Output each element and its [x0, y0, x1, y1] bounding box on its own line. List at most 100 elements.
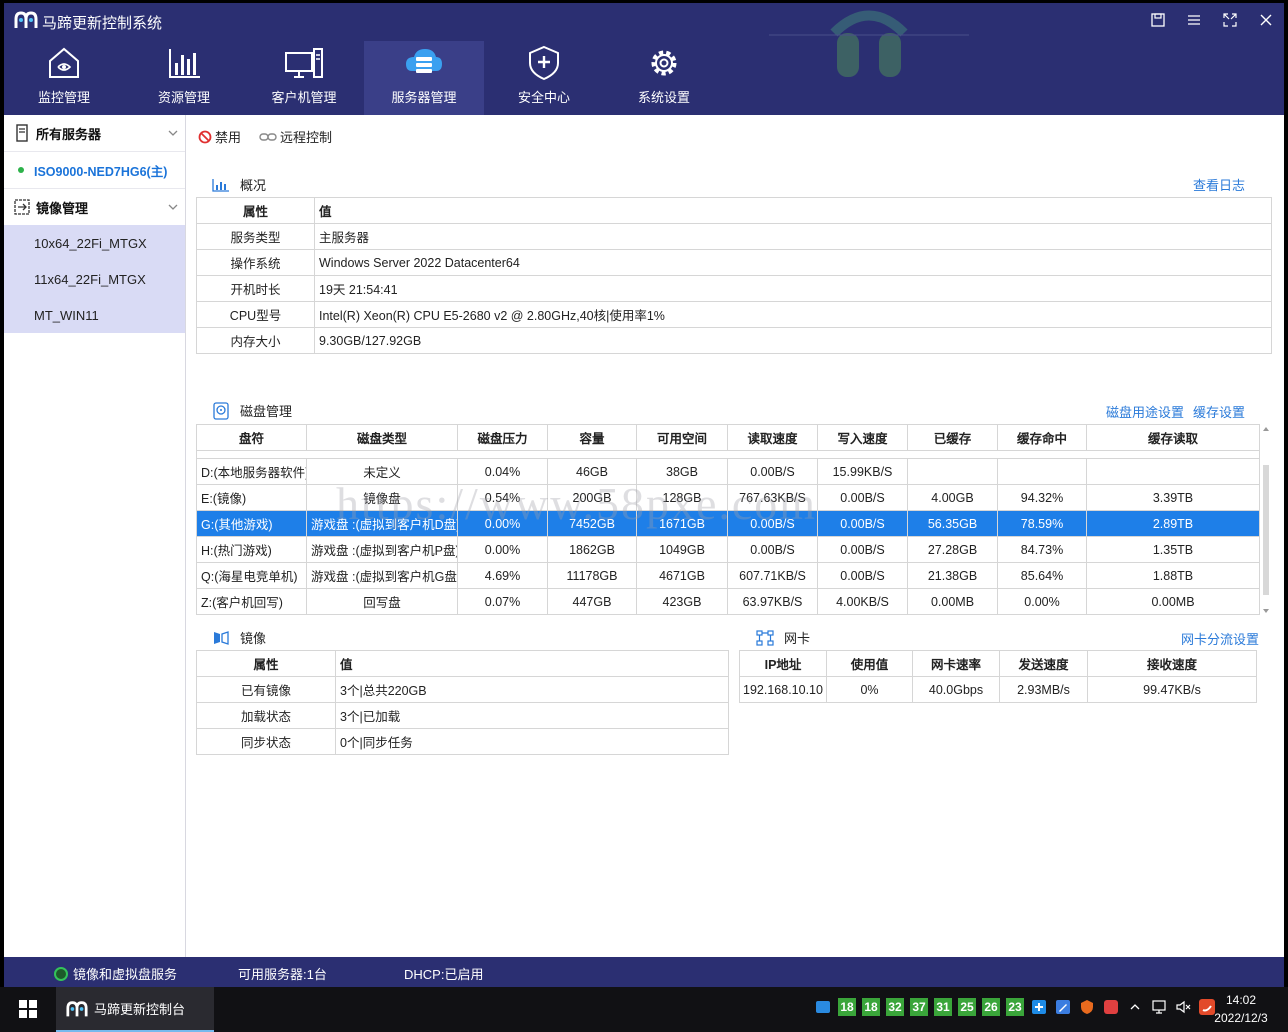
taskbar-app-label: 马蹄更新控制台 [94, 1002, 186, 1017]
column-header[interactable]: 读取速度 [727, 424, 818, 451]
tray-security-icon[interactable] [1078, 998, 1096, 1016]
overview-table: 属性 值 服务类型 主服务器 操作系统 Windows Server 2022 Da… [196, 197, 1272, 354]
network-status-icon[interactable] [1150, 998, 1168, 1016]
sidebar-item-server[interactable]: ISO9000-NED7HG6(主) [4, 151, 185, 189]
tray-app-icon[interactable] [1030, 998, 1048, 1016]
table-row-selected[interactable]: G:(其他游戏) 游戏盘 :(虚拟到客户机D盘) 0.00% 7452GB 16… [196, 510, 1260, 537]
table-row[interactable]: 192.168.10.10 0% 40.0Gbps 2.93MB/s 99.47… [739, 676, 1257, 703]
nav-resource[interactable]: 资源管理 [124, 41, 244, 115]
sidebar-all-servers[interactable]: 所有服务器 [4, 115, 185, 151]
save-button[interactable] [1140, 3, 1176, 37]
gear-icon [651, 50, 677, 76]
disk-type-cell: 游戏盘 :(虚拟到客户机G盘) [306, 562, 458, 589]
write-speed-cell: 0.00B/S [817, 536, 908, 563]
table-row[interactable]: D:(本地服务器软件) 未定义 0.04% 46GB 38GB 0.00B/S … [196, 458, 1260, 485]
property-cell: 内存大小 [196, 327, 315, 354]
cache-hit-cell [997, 458, 1087, 485]
table-row[interactable]: H:(热门游戏) 游戏盘 :(虚拟到客户机P盘) 0.00% 1862GB 10… [196, 536, 1260, 563]
chevron-down-icon[interactable] [167, 127, 179, 139]
sidebar-item-image[interactable]: 10x64_22Fi_MTGX [4, 225, 185, 261]
sidebar-image-mgmt[interactable]: 镜像管理 [4, 189, 185, 225]
nav-security[interactable]: 安全中心 [484, 41, 604, 115]
cache-settings-link[interactable]: 缓存设置 [1193, 402, 1245, 421]
free-space-cell: 1671GB [636, 510, 728, 537]
column-header[interactable]: 盘符 [196, 424, 307, 451]
table-row[interactable]: E:(镜像) 镜像盘 0.54% 200GB 128GB 767.63KB/S … [196, 484, 1260, 511]
tray-chevron-up-icon[interactable] [1126, 998, 1144, 1016]
menu-button[interactable] [1176, 3, 1212, 37]
sidebar-item-image[interactable]: 11x64_22Fi_MTGX [4, 261, 185, 297]
nav-client[interactable]: 客户机管理 [244, 41, 364, 115]
cache-read-cell [1086, 458, 1260, 485]
sidebar-item-image[interactable]: MT_WIN11 [4, 297, 185, 333]
disk-table-scrollbar[interactable] [1260, 425, 1272, 615]
free-space-cell: 38GB [636, 458, 728, 485]
taskbar-app-button[interactable]: 马蹄更新控制台 [56, 987, 214, 1032]
tray-app-icon[interactable] [1102, 998, 1120, 1016]
capacity-cell: 11178GB [547, 562, 637, 589]
nav-settings[interactable]: 系统设置 [604, 41, 724, 115]
column-header[interactable]: 磁盘压力 [457, 424, 548, 451]
disk-letter-cell: Q:(海星电竞单机) [196, 562, 307, 589]
column-header[interactable]: 缓存读取 [1086, 424, 1260, 451]
main-nav: 监控管理 资源管理 客户机管理 服务器管理 安全中心 系统设置 [4, 41, 724, 115]
free-space-cell: 128GB [636, 484, 728, 511]
chevron-down-icon[interactable] [167, 201, 179, 213]
column-header[interactable]: 容量 [547, 424, 637, 451]
column-header[interactable]: 已缓存 [907, 424, 998, 451]
read-speed-cell: 0.00B/S [727, 458, 818, 485]
service-status-indicator [54, 966, 68, 981]
tray-temperature-badge[interactable]: 18 [862, 998, 880, 1016]
tray-pen-icon[interactable] [1054, 998, 1072, 1016]
table-header-row: IP地址 使用值 网卡速率 发送速度 接收速度 [739, 650, 1257, 677]
dhcp-status-text: DHCP:已启用 [404, 967, 484, 982]
tray-app-icon[interactable] [814, 998, 832, 1016]
table-row[interactable]: Z:(客户机回写) 回写盘 0.07% 447GB 423GB 63.97KB/… [196, 588, 1260, 615]
tray-temperature-badge[interactable]: 26 [982, 998, 1000, 1016]
sidebar-group-label: 所有服务器 [36, 126, 102, 142]
close-button[interactable] [1248, 3, 1284, 37]
column-header[interactable]: 写入速度 [817, 424, 908, 451]
disk-type-cell: 未定义 [306, 458, 458, 485]
disable-button[interactable]: 禁用 [198, 127, 241, 146]
cache-hit-cell: 78.59% [997, 510, 1087, 537]
system-clock[interactable]: 14:02 2022/12/3 [1206, 991, 1276, 1027]
table-row: 加载状态 3个|已加载 [196, 702, 729, 729]
tray-temperature-badge[interactable]: 37 [910, 998, 928, 1016]
disk-usage-settings-link[interactable]: 磁盘用途设置 [1106, 402, 1184, 421]
column-header: 发送速度 [999, 650, 1088, 677]
windows-start-icon[interactable] [18, 999, 38, 1019]
nic-split-settings-link[interactable]: 网卡分流设置 [1181, 629, 1259, 648]
sidebar: 所有服务器 ISO9000-NED7HG6(主) 镜像管理 10x64_22Fi… [4, 115, 186, 957]
tray-temperature-badge[interactable]: 23 [1006, 998, 1024, 1016]
nav-server[interactable]: 服务器管理 [364, 41, 484, 115]
cloud-server-icon [406, 49, 442, 73]
property-cell: 操作系统 [196, 249, 315, 276]
value-cell: 3个|总共220GB [335, 676, 729, 703]
cache-read-cell: 1.35TB [1086, 536, 1260, 563]
tray-temperature-badge[interactable]: 31 [934, 998, 952, 1016]
column-header[interactable]: 可用空间 [636, 424, 728, 451]
app-title: 马蹄更新控制系统 [42, 15, 163, 32]
column-header[interactable]: 缓存命中 [997, 424, 1087, 451]
tray-temperature-badge[interactable]: 25 [958, 998, 976, 1016]
menu-icon [1188, 15, 1200, 25]
cached-cell: 27.28GB [907, 536, 998, 563]
column-header[interactable]: 磁盘类型 [306, 424, 458, 451]
value-cell: 19天 21:54:41 [314, 275, 1272, 302]
view-log-link[interactable]: 查看日志 [1193, 175, 1245, 194]
tray-temperature-badge[interactable]: 32 [886, 998, 904, 1016]
tray-temperature-badge[interactable]: 18 [838, 998, 856, 1016]
remote-control-button[interactable]: 远程控制 [259, 127, 332, 146]
online-status-dot [18, 167, 24, 173]
table-row[interactable]: Q:(海星电竞单机) 游戏盘 :(虚拟到客户机G盘) 4.69% 11178GB… [196, 562, 1260, 589]
home-monitor-icon [49, 47, 79, 78]
nav-monitor[interactable]: 监控管理 [4, 41, 124, 115]
nic-title: 网卡 [784, 631, 811, 646]
receive-speed-cell: 99.47KB/s [1087, 676, 1257, 703]
maximize-button[interactable] [1212, 3, 1248, 37]
column-header: 属性 [196, 197, 315, 224]
cache-hit-cell: 85.64% [997, 562, 1087, 589]
server-count-text: 可用服务器:1台 [238, 967, 327, 982]
volume-muted-icon[interactable] [1174, 998, 1192, 1016]
